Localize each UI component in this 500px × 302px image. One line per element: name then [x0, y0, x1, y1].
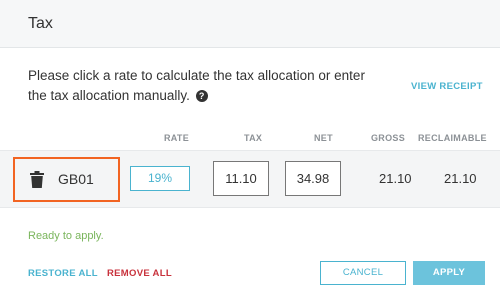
apply-button[interactable]: APPLY: [413, 261, 485, 285]
column-header-reclaimable: RECLAIMABLE: [418, 133, 487, 143]
column-header-rate: RATE: [164, 133, 190, 143]
column-header-gross: GROSS: [371, 133, 406, 143]
instructions: Please click a rate to calculate the tax…: [28, 66, 378, 106]
tax-code: GB01: [58, 171, 94, 187]
column-header-tax: TAX: [244, 133, 263, 143]
tax-code-cell: GB01: [13, 157, 120, 202]
view-receipt-link[interactable]: VIEW RECEIPT: [411, 81, 483, 92]
reclaimable-value: 21.10: [444, 171, 477, 186]
dialog-header: Tax: [0, 0, 500, 48]
dialog-title: Tax: [28, 15, 53, 32]
remove-all-link[interactable]: REMOVE ALL: [107, 268, 172, 279]
trash-icon[interactable]: [30, 171, 44, 188]
cancel-button[interactable]: CANCEL: [320, 261, 406, 285]
status-message: Ready to apply.: [28, 230, 104, 242]
restore-all-link[interactable]: RESTORE ALL: [28, 268, 98, 279]
tax-input[interactable]: [213, 161, 269, 196]
gross-value: 21.10: [379, 171, 412, 186]
help-icon[interactable]: ?: [195, 90, 208, 102]
rate-button[interactable]: 19%: [130, 166, 190, 191]
net-input[interactable]: [285, 161, 341, 196]
column-header-net: NET: [314, 133, 333, 143]
